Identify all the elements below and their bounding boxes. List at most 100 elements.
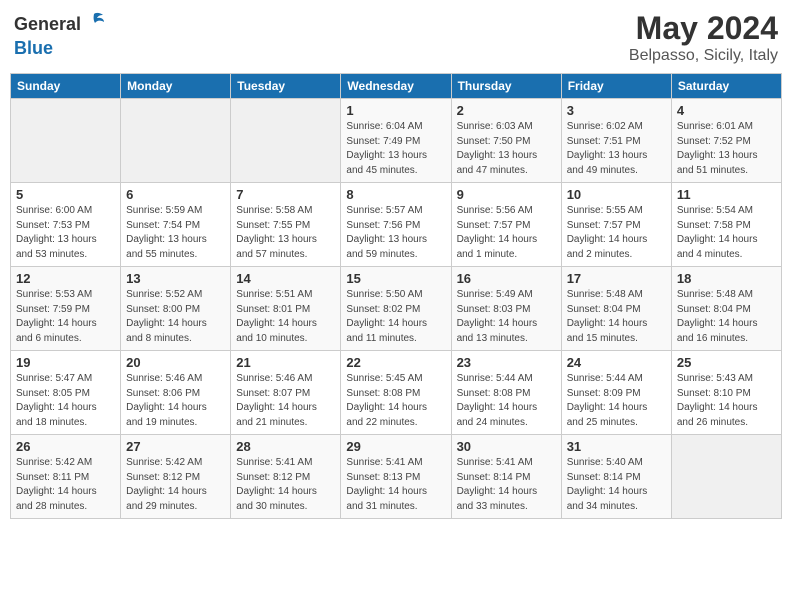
calendar-cell: 20 Sunrise: 5:46 AM Sunset: 8:06 PM Dayli…: [121, 351, 231, 435]
day-number: 18: [677, 271, 776, 286]
calendar-header-monday: Monday: [121, 74, 231, 99]
day-info: Sunrise: 5:40 AM Sunset: 8:14 PM Dayligh…: [567, 456, 666, 514]
calendar-header-row: SundayMondayTuesdayWednesdayThursdayFrid…: [11, 74, 782, 99]
calendar-cell: 26 Sunrise: 5:42 AM Sunset: 8:11 PM Dayli…: [11, 435, 121, 519]
calendar-cell: 19 Sunrise: 5:47 AM Sunset: 8:05 PM Dayli…: [11, 351, 121, 435]
day-info: Sunrise: 5:46 AM Sunset: 8:06 PM Dayligh…: [126, 372, 225, 430]
day-number: 29: [346, 439, 445, 454]
calendar-week-row: 1Sunrise: 6:04 AM Sunset: 7:49 PM Daylig…: [11, 99, 782, 183]
day-info: Sunrise: 5:42 AM Sunset: 8:12 PM Dayligh…: [126, 456, 225, 514]
calendar-cell: 18Sunrise: 5:48 AM Sunset: 8:04 PM Dayli…: [671, 267, 781, 351]
calendar-cell: 17 Sunrise: 5:48 AM Sunset: 8:04 PM Dayli…: [561, 267, 671, 351]
calendar-cell: 16 Sunrise: 5:49 AM Sunset: 8:03 PM Dayli…: [451, 267, 561, 351]
calendar-cell: 23 Sunrise: 5:44 AM Sunset: 8:08 PM Dayli…: [451, 351, 561, 435]
calendar-cell: 11Sunrise: 5:54 AM Sunset: 7:58 PM Dayli…: [671, 183, 781, 267]
day-info: Sunrise: 5:52 AM Sunset: 8:00 PM Dayligh…: [126, 288, 225, 346]
day-number: 19: [16, 355, 115, 370]
day-number: 27: [126, 439, 225, 454]
logo: General Blue: [14, 10, 105, 59]
day-number: 2: [457, 103, 556, 118]
calendar-cell: 9 Sunrise: 5:56 AM Sunset: 7:57 PM Daylig…: [451, 183, 561, 267]
day-info: Sunrise: 5:58 AM Sunset: 7:55 PM Dayligh…: [236, 204, 335, 262]
day-number: 20: [126, 355, 225, 370]
calendar-cell: 8 Sunrise: 5:57 AM Sunset: 7:56 PM Daylig…: [341, 183, 451, 267]
calendar-cell: 13 Sunrise: 5:52 AM Sunset: 8:00 PM Dayli…: [121, 267, 231, 351]
logo-general: General: [14, 14, 81, 35]
calendar-week-row: 19 Sunrise: 5:47 AM Sunset: 8:05 PM Dayli…: [11, 351, 782, 435]
calendar-cell: [11, 99, 121, 183]
title-block: May 2024 Belpasso, Sicily, Italy: [629, 10, 778, 65]
day-info: Sunrise: 6:01 AM Sunset: 7:52 PM Dayligh…: [677, 120, 776, 178]
page-header: General Blue May 2024 Belpasso, Sicily, …: [10, 10, 782, 65]
calendar-cell: 4 Sunrise: 6:01 AM Sunset: 7:52 PM Daylig…: [671, 99, 781, 183]
day-number: 21: [236, 355, 335, 370]
calendar-cell: [671, 435, 781, 519]
day-info: Sunrise: 5:53 AM Sunset: 7:59 PM Dayligh…: [16, 288, 115, 346]
calendar-cell: 28 Sunrise: 5:41 AM Sunset: 8:12 PM Dayli…: [231, 435, 341, 519]
day-info: Sunrise: 5:45 AM Sunset: 8:08 PM Dayligh…: [346, 372, 445, 430]
logo-bird-icon: [83, 10, 105, 38]
calendar-cell: 22 Sunrise: 5:45 AM Sunset: 8:08 PM Dayli…: [341, 351, 451, 435]
calendar-cell: [121, 99, 231, 183]
calendar-cell: 6 Sunrise: 5:59 AM Sunset: 7:54 PM Daylig…: [121, 183, 231, 267]
day-info: Sunrise: 5:48 AM Sunset: 8:04 PM Dayligh…: [567, 288, 666, 346]
calendar-cell: [231, 99, 341, 183]
day-info: Sunrise: 5:56 AM Sunset: 7:57 PM Dayligh…: [457, 204, 556, 262]
calendar-cell: 2Sunrise: 6:03 AM Sunset: 7:50 PM Daylig…: [451, 99, 561, 183]
day-info: Sunrise: 5:49 AM Sunset: 8:03 PM Dayligh…: [457, 288, 556, 346]
calendar-week-row: 12Sunrise: 5:53 AM Sunset: 7:59 PM Dayli…: [11, 267, 782, 351]
calendar-cell: 7 Sunrise: 5:58 AM Sunset: 7:55 PM Daylig…: [231, 183, 341, 267]
day-number: 7: [236, 187, 335, 202]
day-number: 24: [567, 355, 666, 370]
location-title: Belpasso, Sicily, Italy: [629, 47, 778, 65]
day-number: 17: [567, 271, 666, 286]
day-number: 4: [677, 103, 776, 118]
day-info: Sunrise: 5:43 AM Sunset: 8:10 PM Dayligh…: [677, 372, 776, 430]
calendar-header-wednesday: Wednesday: [341, 74, 451, 99]
day-number: 6: [126, 187, 225, 202]
day-info: Sunrise: 5:41 AM Sunset: 8:12 PM Dayligh…: [236, 456, 335, 514]
day-info: Sunrise: 5:55 AM Sunset: 7:57 PM Dayligh…: [567, 204, 666, 262]
calendar-cell: 5 Sunrise: 6:00 AM Sunset: 7:53 PM Daylig…: [11, 183, 121, 267]
day-number: 23: [457, 355, 556, 370]
calendar-cell: 1Sunrise: 6:04 AM Sunset: 7:49 PM Daylig…: [341, 99, 451, 183]
logo-blue: Blue: [14, 38, 53, 59]
calendar-cell: 10Sunrise: 5:55 AM Sunset: 7:57 PM Dayli…: [561, 183, 671, 267]
calendar-cell: 29 Sunrise: 5:41 AM Sunset: 8:13 PM Dayli…: [341, 435, 451, 519]
day-number: 8: [346, 187, 445, 202]
day-info: Sunrise: 5:50 AM Sunset: 8:02 PM Dayligh…: [346, 288, 445, 346]
day-number: 28: [236, 439, 335, 454]
day-info: Sunrise: 5:47 AM Sunset: 8:05 PM Dayligh…: [16, 372, 115, 430]
calendar-cell: 27 Sunrise: 5:42 AM Sunset: 8:12 PM Dayli…: [121, 435, 231, 519]
calendar-cell: 14Sunrise: 5:51 AM Sunset: 8:01 PM Dayli…: [231, 267, 341, 351]
day-info: Sunrise: 5:59 AM Sunset: 7:54 PM Dayligh…: [126, 204, 225, 262]
day-number: 13: [126, 271, 225, 286]
calendar-cell: 30Sunrise: 5:41 AM Sunset: 8:14 PM Dayli…: [451, 435, 561, 519]
day-number: 1: [346, 103, 445, 118]
calendar-header-thursday: Thursday: [451, 74, 561, 99]
day-info: Sunrise: 5:41 AM Sunset: 8:13 PM Dayligh…: [346, 456, 445, 514]
calendar-header-sunday: Sunday: [11, 74, 121, 99]
day-info: Sunrise: 5:42 AM Sunset: 8:11 PM Dayligh…: [16, 456, 115, 514]
calendar-header-tuesday: Tuesday: [231, 74, 341, 99]
day-number: 22: [346, 355, 445, 370]
day-number: 16: [457, 271, 556, 286]
calendar-cell: 25 Sunrise: 5:43 AM Sunset: 8:10 PM Dayli…: [671, 351, 781, 435]
day-number: 14: [236, 271, 335, 286]
month-title: May 2024: [629, 10, 778, 47]
calendar-week-row: 26 Sunrise: 5:42 AM Sunset: 8:11 PM Dayli…: [11, 435, 782, 519]
day-number: 9: [457, 187, 556, 202]
calendar-header-saturday: Saturday: [671, 74, 781, 99]
day-info: Sunrise: 6:02 AM Sunset: 7:51 PM Dayligh…: [567, 120, 666, 178]
calendar-cell: 3Sunrise: 6:02 AM Sunset: 7:51 PM Daylig…: [561, 99, 671, 183]
day-number: 5: [16, 187, 115, 202]
calendar-cell: 15Sunrise: 5:50 AM Sunset: 8:02 PM Dayli…: [341, 267, 451, 351]
day-number: 25: [677, 355, 776, 370]
day-info: Sunrise: 5:57 AM Sunset: 7:56 PM Dayligh…: [346, 204, 445, 262]
day-info: Sunrise: 5:44 AM Sunset: 8:09 PM Dayligh…: [567, 372, 666, 430]
day-number: 30: [457, 439, 556, 454]
day-info: Sunrise: 5:44 AM Sunset: 8:08 PM Dayligh…: [457, 372, 556, 430]
day-info: Sunrise: 6:00 AM Sunset: 7:53 PM Dayligh…: [16, 204, 115, 262]
calendar-cell: 31Sunrise: 5:40 AM Sunset: 8:14 PM Dayli…: [561, 435, 671, 519]
day-number: 26: [16, 439, 115, 454]
